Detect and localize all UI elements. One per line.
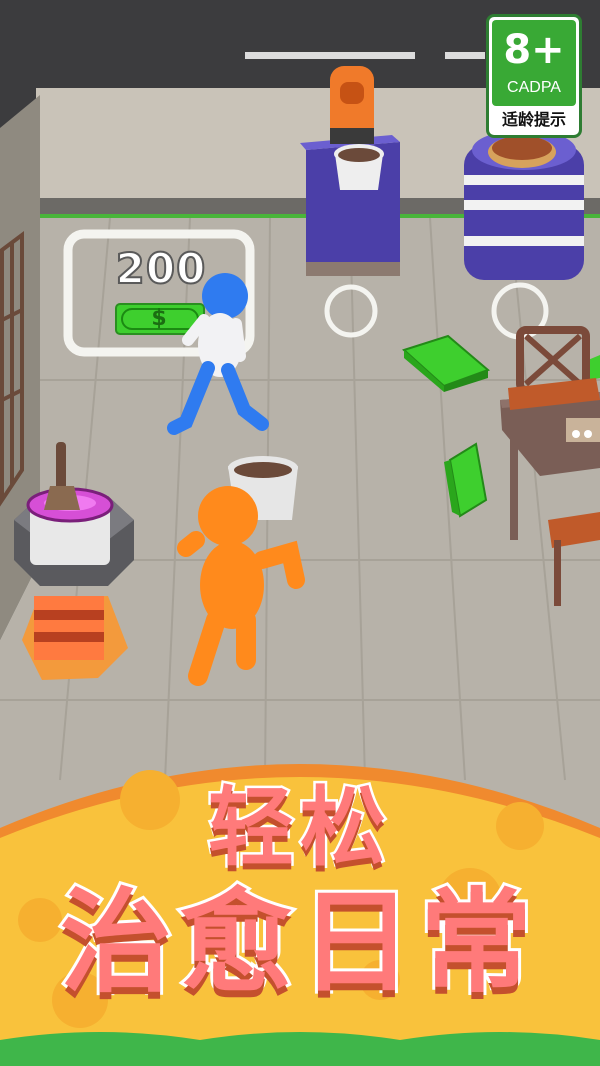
rating-age: 8+ — [503, 27, 565, 73]
pay-zone-price: 200 — [115, 243, 207, 294]
road-marking — [245, 52, 415, 59]
rating-hint: 适龄提示 — [501, 110, 566, 129]
dollar-sign-icon: $ — [151, 306, 167, 331]
salt-shaker-icon — [566, 418, 600, 442]
slogan-line-1: 轻松 — [206, 776, 392, 881]
rating-top: 8+ CADPA — [492, 20, 576, 106]
slogan-line-2: 治愈日常 — [57, 875, 540, 1011]
road-marking — [445, 52, 485, 59]
donut-station[interactable] — [464, 130, 584, 280]
paint-brush-icon — [56, 442, 66, 492]
rating-org: CADPA — [507, 79, 561, 96]
age-rating-badge: 8+ CADPA 适龄提示 — [486, 14, 582, 138]
lettuce-strip — [0, 1032, 600, 1066]
